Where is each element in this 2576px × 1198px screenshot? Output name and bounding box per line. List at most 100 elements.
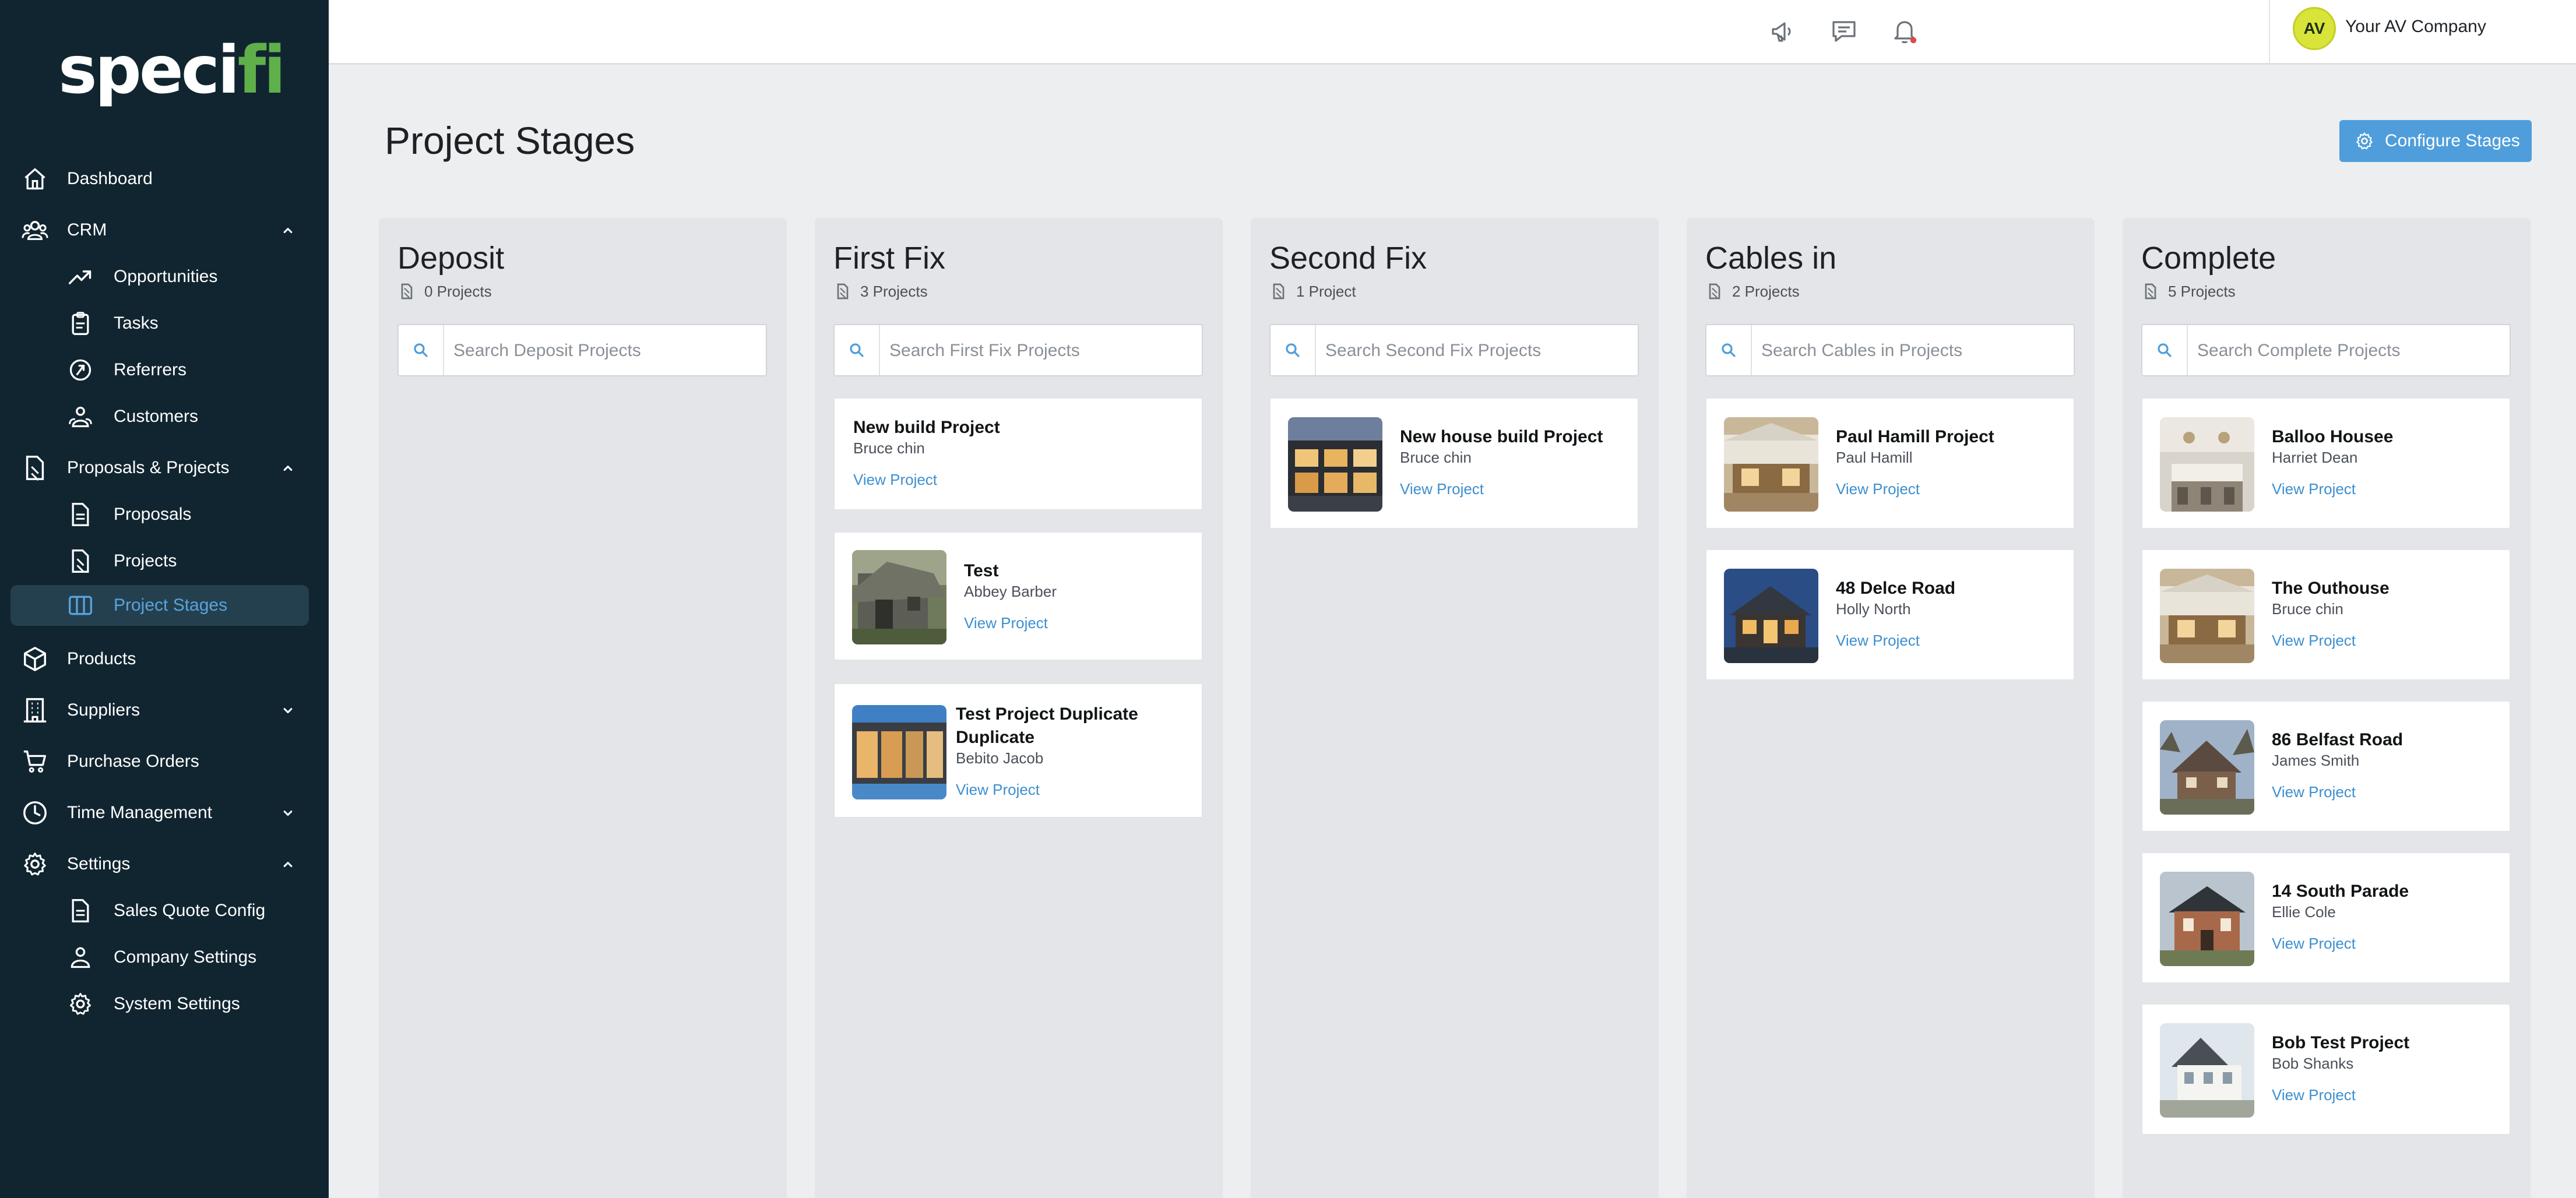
sidebar-item-crm[interactable]: CRM [0,210,329,251]
project-thumbnail [1724,417,1818,512]
project-card[interactable]: 48 Delce Road Holly North View Project [1705,549,2075,681]
chat-icon[interactable] [1830,17,1858,45]
project-card[interactable]: 86 Belfast Road James Smith View Project [2141,700,2511,832]
cart-icon [21,748,49,776]
sidebar-item-settings[interactable]: Settings [0,844,329,885]
sidebar-item-label: System Settings [114,994,240,1013]
sidebar-item-projects[interactable]: Projects [0,541,329,582]
sidebar-item-label: Projects [114,551,177,570]
stage-search [1705,324,2075,376]
chevron-up-icon[interactable] [280,856,296,872]
view-project-link[interactable]: View Project [1836,479,1920,499]
project-card[interactable]: Test Abbey Barber View Project [833,531,1203,661]
sidebar-item-label: Referrers [114,360,187,379]
project-card[interactable]: Balloo Housee Harriet Dean View Project [2141,397,2511,529]
view-project-link[interactable]: View Project [2272,933,2356,953]
project-card[interactable]: New build Project Bruce chin View Projec… [833,397,1203,510]
company-name[interactable]: Your AV Company [2345,15,2486,38]
stage-search [1269,324,1639,376]
search-icon [2142,325,2188,375]
project-card[interactable]: Paul Hamill Project Paul Hamill View Pro… [1705,397,2075,529]
project-title: 86 Belfast Road [2272,730,2403,749]
project-owner: Abbey Barber [964,583,1057,600]
search-input[interactable] [2196,336,2501,366]
sidebar-item-system-settings[interactable]: System Settings [0,984,329,1024]
search-icon [1706,325,1752,375]
project-thumbnail [2160,1023,2254,1118]
sidebar-item-label: Time Management [67,803,212,822]
project-card[interactable]: The Outhouse Bruce chin View Project [2141,549,2511,681]
view-project-link[interactable]: View Project [2272,630,2356,650]
projects-count-icon [2141,282,2160,301]
avatar[interactable]: AV [2293,7,2336,50]
specifi-logo[interactable]: specifi [58,33,286,108]
project-card[interactable]: 14 South Parade Ellie Cole View Project [2141,852,2511,984]
chevron-down-icon[interactable] [280,805,296,821]
referrer-icon [66,356,94,384]
sidebar-item-label: Products [67,649,136,668]
chevron-down-icon[interactable] [280,702,296,718]
home-icon [21,165,49,193]
sidebar-item-time-management[interactable]: Time Management [0,792,329,833]
project-thumbnail [2160,569,2254,663]
stage-column-complete: Complete 5 Projects Balloo Housee Harrie… [2123,218,2531,1198]
gear-icon [21,850,49,878]
bell-icon[interactable] [1891,17,1919,45]
view-project-link[interactable]: View Project [853,470,937,489]
project-thumbnail [2160,720,2254,815]
sidebar-item-tasks[interactable]: Tasks [0,303,329,344]
search-input[interactable] [452,336,758,366]
sidebar-item-proposals-projects[interactable]: Proposals & Projects [0,448,329,488]
sidebar: specifi Dashboard CRM Opportunities Task… [0,0,329,1198]
users-icon [21,216,49,244]
sidebar-item-dashboard[interactable]: Dashboard [0,158,329,199]
project-count: 1 Project [1296,283,1356,300]
search-icon [1271,325,1316,375]
sidebar-item-sales-quote-config[interactable]: Sales Quote Config [0,890,329,931]
project-thumbnail [2160,872,2254,966]
search-input[interactable] [888,336,1194,366]
configure-stages-button[interactable]: Configure Stages [2339,120,2532,162]
project-title: 48 Delce Road [1836,579,1956,598]
view-project-link[interactable]: View Project [2272,782,2356,802]
gear-icon [2356,132,2373,150]
user-group-icon [66,943,94,971]
project-card[interactable]: Test Project Duplicate Duplicate Bebito … [833,683,1203,818]
stage-title: Second Fix [1269,241,1427,276]
project-title: Bob Test Project [2272,1033,2410,1052]
view-project-link[interactable]: View Project [2272,479,2356,499]
megaphone-icon[interactable] [1769,17,1797,45]
sidebar-item-project-stages[interactable]: Project Stages [10,585,309,626]
stage-column-second-fix: Second Fix 1 Project New house build Pro… [1251,218,1659,1198]
project-card[interactable]: New house build Project Bruce chin View … [1269,397,1639,529]
sidebar-item-products[interactable]: Products [0,639,329,679]
sidebar-item-label: Customers [114,407,199,426]
gear-icon [66,990,94,1018]
sidebar-item-purchase-orders[interactable]: Purchase Orders [0,741,329,782]
building-icon [21,696,49,724]
sidebar-item-company-settings[interactable]: Company Settings [0,937,329,978]
view-project-link[interactable]: View Project [1836,630,1920,650]
file-text-icon [66,501,94,528]
view-project-link[interactable]: View Project [956,780,1040,799]
sidebar-item-customers[interactable]: Customers [0,396,329,437]
project-title: Test [964,561,999,580]
document-icon [21,454,49,482]
project-card[interactable]: Bob Test Project Bob Shanks View Project [2141,1003,2511,1135]
search-input[interactable] [1324,336,1630,366]
view-project-link[interactable]: View Project [1400,479,1484,499]
stage-column-cables-in: Cables in 2 Projects Paul Hamill Project… [1687,218,2095,1198]
project-title: Test Project Duplicate [956,704,1138,724]
search-input[interactable] [1760,336,2065,366]
project-icon [66,547,94,575]
sidebar-item-opportunities[interactable]: Opportunities [0,256,329,297]
sidebar-item-suppliers[interactable]: Suppliers [0,690,329,731]
projects-count-icon [833,282,852,301]
sidebar-item-referrers[interactable]: Referrers [0,350,329,390]
sidebar-item-proposals[interactable]: Proposals [0,494,329,535]
view-project-link[interactable]: View Project [2272,1085,2356,1105]
view-project-link[interactable]: View Project [964,613,1048,633]
chevron-up-icon[interactable] [280,460,296,476]
project-title: New house build Project [1400,427,1603,446]
chevron-up-icon[interactable] [280,222,296,238]
